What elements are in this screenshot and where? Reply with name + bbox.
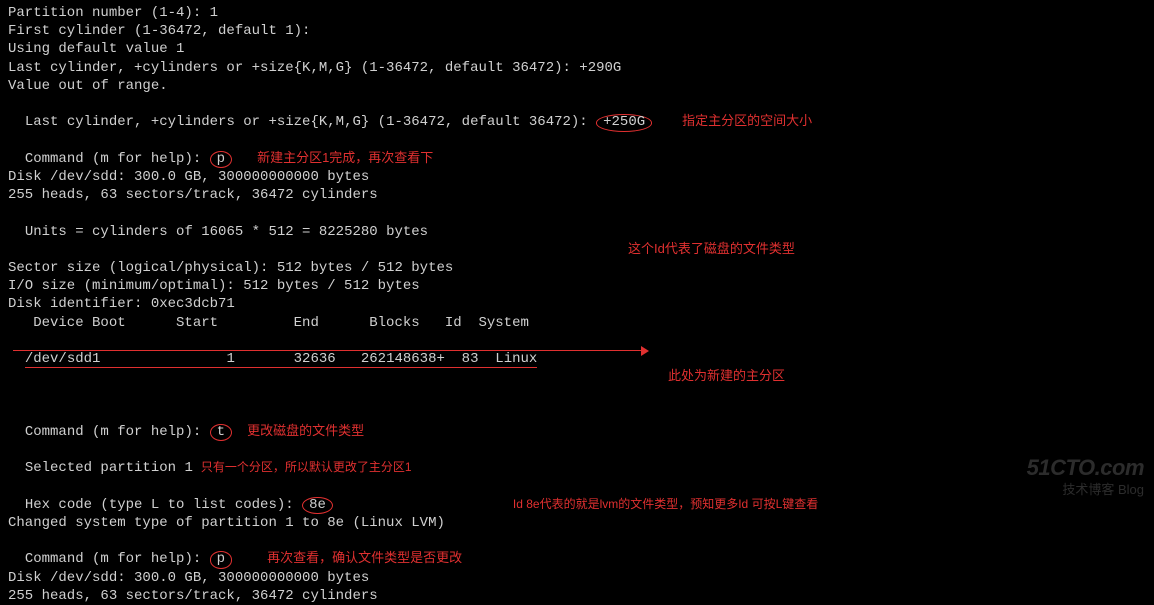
term-line: Using default value 1 — [8, 40, 1146, 58]
watermark-domain: 51CTO.com — [1027, 454, 1144, 483]
circled-input-t: t — [210, 424, 232, 441]
term-line: Command (m for help): p 新建主分区1完成，再次查看下 — [8, 132, 1146, 169]
term-line: Command (m for help): p 再次查看，确认文件类型是否更改 — [8, 532, 1146, 569]
circled-input-p2: p — [210, 551, 232, 568]
table-row: /dev/sdd1 1 32636 262148638+ 83 Linux 此处… — [8, 332, 1146, 405]
annotation-id-filetype: 这个Id代表了磁盘的文件类型 — [628, 241, 795, 258]
prompt-text: Command (m for help): — [25, 151, 210, 167]
term-line: Selected partition 1只有一个分区，所以默认更改了主分区1 — [8, 441, 1146, 477]
term-line: Disk /dev/sdd: 300.0 GB, 300000000000 by… — [8, 569, 1146, 587]
annotation-new-partition-here: 此处为新建的主分区 — [668, 368, 785, 385]
term-line: I/O size (minimum/optimal): 512 bytes / … — [8, 277, 1146, 295]
annotation-space-size: 指定主分区的空间大小 — [682, 113, 812, 128]
prompt-text: Command (m for help): — [25, 551, 210, 567]
term-line: Disk identifier: 0xec3dcb71 — [8, 295, 1146, 313]
watermark: 51CTO.com 技术博客 Blog — [1027, 454, 1144, 499]
annotation-change-filetype: 更改磁盘的文件类型 — [247, 423, 364, 438]
term-line: Hex code (type L to list codes): 8e Id 8e… — [8, 477, 1146, 514]
table-header: Device Boot Start End Blocks Id System — [8, 314, 1146, 332]
circled-input-p: p — [210, 151, 232, 168]
annotation-only-one-part: 只有一个分区，所以默认更改了主分区1 — [201, 460, 412, 474]
term-line: Disk /dev/sdd: 300.0 GB, 300000000000 by… — [8, 168, 1146, 186]
term-line: Units = cylinders of 16065 * 512 = 82252… — [8, 204, 1146, 259]
circled-input-8e: 8e — [302, 497, 333, 514]
annotation-recheck: 再次查看，确认文件类型是否更改 — [267, 550, 462, 565]
term-line: Changed system type of partition 1 to 8e… — [8, 514, 1146, 532]
term-line: Sector size (logical/physical): 512 byte… — [8, 259, 1146, 277]
term-line: 255 heads, 63 sectors/track, 36472 cylin… — [8, 186, 1146, 204]
term-line: Value out of range. — [8, 77, 1146, 95]
term-line: Partition number (1-4): 1 — [8, 4, 1146, 22]
prompt-text: Hex code (type L to list codes): — [25, 497, 302, 513]
term-line: Last cylinder, +cylinders or +size{K,M,G… — [8, 95, 1146, 132]
term-line: First cylinder (1-36472, default 1): — [8, 22, 1146, 40]
annotation-new-partition-done: 新建主分区1完成，再次查看下 — [257, 150, 433, 165]
term-line: Last cylinder, +cylinders or +size{K,M,G… — [8, 59, 1146, 77]
prompt-text: Command (m for help): — [25, 424, 210, 440]
prompt-text: Last cylinder, +cylinders or +size{K,M,G… — [25, 114, 596, 130]
term-line: 255 heads, 63 sectors/track, 36472 cylin… — [8, 587, 1146, 605]
partition-row: /dev/sdd1 1 32636 262148638+ 83 Linux — [25, 351, 537, 368]
annotation-8e-lvm: Id 8e代表的就是lvm的文件类型，预知更多Id 可按L键查看 — [513, 497, 818, 511]
arrow-icon — [13, 350, 643, 352]
circled-input-size: +250G — [596, 114, 652, 131]
term-line: Command (m for help): t 更改磁盘的文件类型 — [8, 405, 1146, 442]
watermark-sub: 技术博客 Blog — [1027, 482, 1144, 499]
